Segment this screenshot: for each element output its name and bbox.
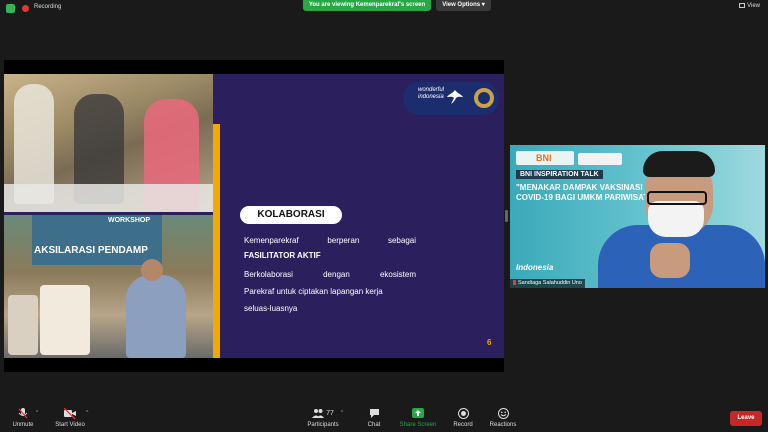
audio-options-chevron-icon[interactable]: ^ [36, 410, 38, 416]
recording-icon [22, 5, 29, 12]
view-options-button[interactable]: View Options ▾ [436, 0, 491, 11]
grid-icon [739, 3, 746, 8]
participants-chevron-icon[interactable]: ^ [341, 410, 343, 416]
slide-photo-top [4, 74, 213, 212]
participant-name-tag: Sandiaga Salahuddin Uno [510, 279, 585, 288]
share-screen-label: Share Screen [399, 422, 437, 428]
participants-button[interactable]: 77 Participants [302, 408, 344, 428]
slide-text-line2: FASILITATOR AKTIF [244, 251, 321, 260]
slide-text-line3: Berkolaborasi dengan ekosistem [244, 270, 416, 279]
event-title: BNI INSPIRATION TALK [516, 170, 603, 179]
slide-accent-bar [213, 124, 220, 358]
viewing-screen-banner: You are viewing Kemenparekraf's screen [303, 0, 431, 11]
record-button[interactable]: Record [450, 408, 476, 428]
share-screen-icon [412, 408, 424, 418]
participants-icon [312, 409, 325, 419]
bottom-logo: Indonesia [516, 263, 554, 272]
start-video-label: Start Video [55, 422, 85, 428]
chat-button[interactable]: Chat [362, 408, 386, 428]
unmute-label: Unmute [12, 422, 34, 428]
view-button[interactable]: View [739, 3, 760, 9]
reactions-label: Reactions [489, 422, 517, 428]
participant-name: Sandiaga Salahuddin Uno [518, 280, 582, 286]
bni-logo: BNI [536, 153, 552, 163]
chat-label: Chat [367, 422, 381, 428]
view-options-label: View Options [442, 2, 481, 8]
chat-icon [369, 409, 379, 418]
participants-count: 77 [326, 410, 334, 417]
slide-text-line1: Kemenparekraf berperan sebagai [244, 236, 416, 245]
splitter-handle[interactable] [505, 210, 508, 222]
slide-page-number: 6 [487, 338, 492, 347]
logo-text: wonderful indonesia [418, 87, 445, 100]
slide-text-line5: seluas-luasnya [244, 304, 298, 313]
unmute-button[interactable]: Unmute [8, 408, 38, 428]
garuda-logo-icon [447, 90, 463, 104]
shield-icon[interactable] [6, 4, 15, 13]
reactions-icon [497, 408, 509, 419]
slide-text-line4: Parekraf untuk ciptakan lapangan kerja [244, 287, 383, 296]
recording-label: Recording [34, 4, 62, 10]
view-label: View [747, 3, 760, 9]
reactions-button[interactable]: Reactions [487, 408, 519, 428]
partner-logos [578, 153, 622, 165]
photo-workshop-label: WORKSHOP [108, 217, 150, 224]
presentation-slide: WORKSHOP AKSILARASI PENDAMP wonderful in… [4, 74, 504, 358]
record-label: Record [453, 422, 473, 428]
record-icon [457, 408, 469, 419]
video-options-chevron-icon[interactable]: ^ [86, 410, 88, 416]
muted-mic-icon [513, 280, 516, 285]
video-off-icon [64, 408, 76, 419]
participants-label: Participants [307, 422, 339, 428]
leave-button[interactable]: Leave [730, 411, 762, 426]
event-subtitle: "MENAKAR DAMPAK VAKSINASI COVID-19 BAGI … [516, 183, 658, 202]
photo-banner-text: AKSILARASI PENDAMP [34, 245, 148, 256]
slide-heading: KOLABORASI [240, 206, 342, 224]
microphone-muted-icon [18, 408, 28, 419]
share-screen-button[interactable]: Share Screen [398, 408, 438, 428]
start-video-button[interactable]: Start Video [50, 408, 90, 428]
slide-photo-bottom: WORKSHOP AKSILARASI PENDAMP [4, 215, 213, 358]
participant-video[interactable]: BNI BNI INSPIRATION TALK "MENAKAR DAMPAK… [510, 145, 765, 288]
